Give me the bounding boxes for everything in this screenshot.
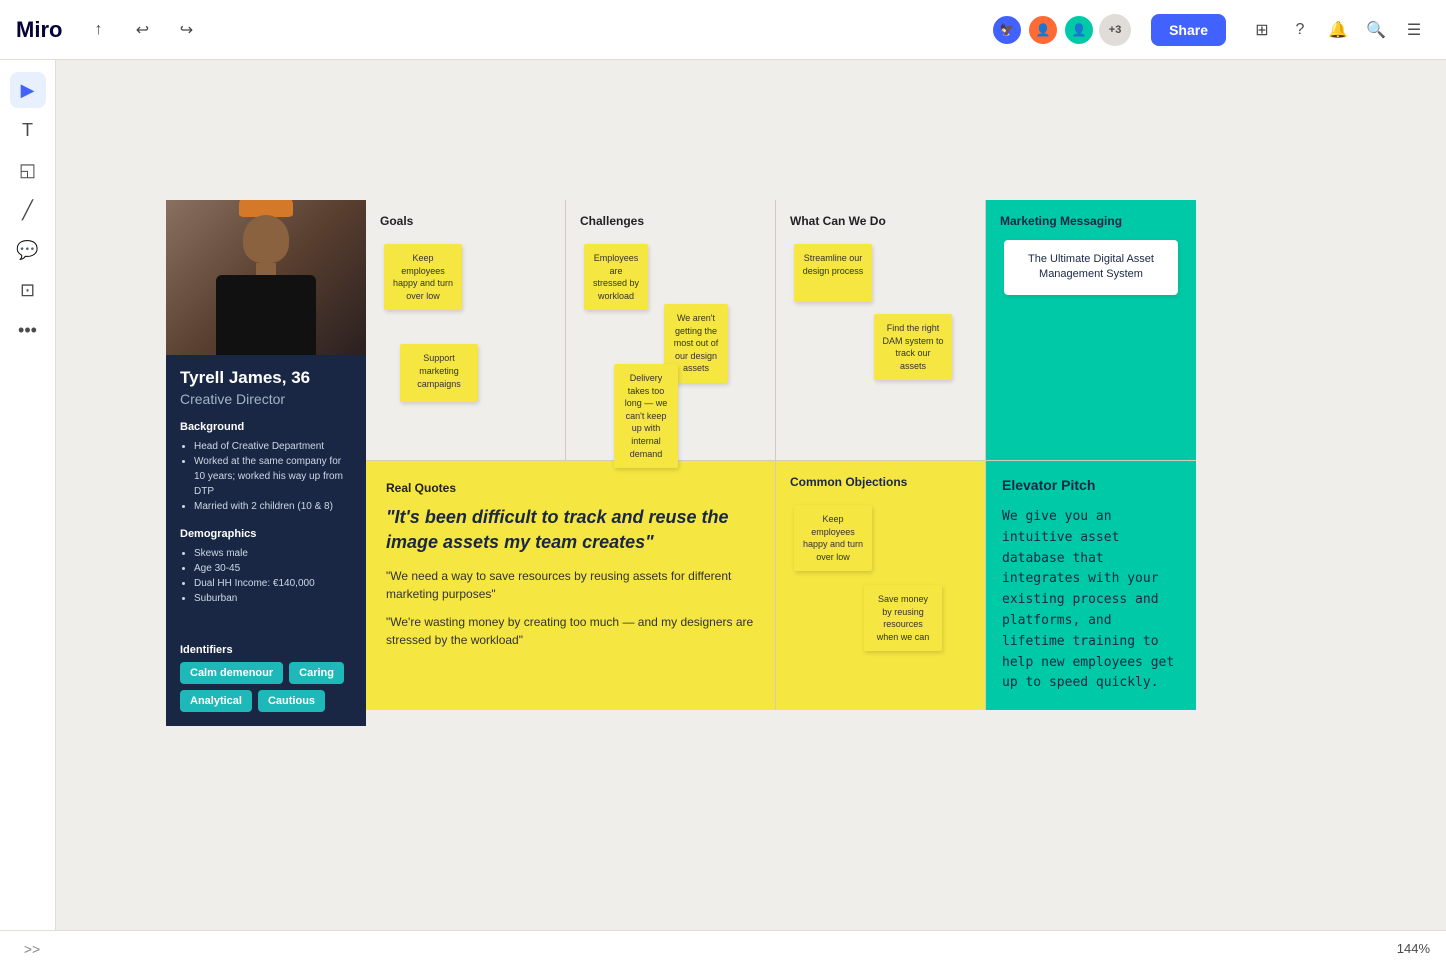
topbar: Miro ↑ ↩ ↪ 🦅 👤 👤 +3 Share ⊞ ? 🔔 🔍 ☰ (0, 0, 1446, 60)
main-quote: "It's been difficult to track and reuse … (386, 505, 755, 555)
sticky-goals-2[interactable]: Support marketing campaigns (400, 344, 478, 402)
goals-heading: Goals (380, 214, 551, 228)
topbar-right-icons: ⊞ ? 🔔 🔍 ☰ (1246, 14, 1430, 46)
marketing-card: The Ultimate Digital Asset Management Sy… (1004, 240, 1178, 295)
avatar-group: 🦅 👤 👤 +3 (991, 14, 1131, 46)
whatcando-stickies: Streamline our design process Find the r… (790, 240, 971, 440)
quotes-column: Real Quotes "It's been difficult to trac… (366, 461, 776, 710)
marketing-card-text: The Ultimate Digital Asset Management Sy… (1028, 253, 1154, 280)
frame-tool[interactable]: ⊡ (10, 272, 46, 308)
demographics-heading: Demographics (180, 528, 352, 540)
identifier-tags: Calm demenour Caring Analytical Cautious (180, 662, 352, 712)
background-item-2: Worked at the same company for 10 years;… (194, 454, 352, 499)
left-toolbar: ▶ T ◱ ╱ 💬 ⊡ ••• >> (0, 60, 56, 966)
identifiers-heading: Identifiers (180, 644, 352, 656)
identifiers-section: Identifiers Calm demenour Caring Analyti… (166, 632, 366, 726)
help-button[interactable]: ? (1284, 14, 1316, 46)
select-tool[interactable]: ▶ (10, 72, 46, 108)
menu-button[interactable]: ☰ (1398, 14, 1430, 46)
goals-column: Goals Keep employees happy and turn over… (366, 200, 566, 460)
background-list: Head of Creative Department Worked at th… (180, 439, 352, 514)
goals-stickies: Keep employees happy and turn over low S… (380, 240, 551, 406)
undo-button[interactable]: ↩ (126, 14, 158, 46)
bottom-section: Real Quotes "It's been difficult to trac… (366, 461, 1196, 710)
demo-item-3: Dual HH Income: €140,000 (194, 576, 352, 591)
miro-logo: Miro (16, 17, 62, 43)
elevator-heading: Elevator Pitch (1002, 477, 1180, 493)
filter-icon-btn[interactable]: ⊞ (1246, 14, 1278, 46)
head (243, 215, 289, 263)
canvas: Tyrell James, 36 Creative Director Backg… (56, 60, 1446, 930)
body (216, 275, 316, 355)
objections-column: Common Objections Keep employees happy a… (776, 461, 986, 710)
demo-item-1: Skews male (194, 546, 352, 561)
top-section: Goals Keep employees happy and turn over… (366, 200, 1196, 461)
expand-sidebar-button[interactable]: >> (16, 933, 48, 965)
background-item-3: Married with 2 children (10 & 8) (194, 499, 352, 514)
comment-tool[interactable]: 💬 (10, 232, 46, 268)
zoom-level: 144% (1397, 941, 1430, 956)
sticky-challenge-1[interactable]: Employees are stressed by workload (584, 244, 648, 310)
whatcando-heading: What Can We Do (790, 214, 971, 228)
demo-item-2: Age 30-45 (194, 561, 352, 576)
bell-button[interactable]: 🔔 (1322, 14, 1354, 46)
challenges-heading: Challenges (580, 214, 761, 228)
note-tool[interactable]: ◱ (10, 152, 46, 188)
sticky-whatcando-1[interactable]: Streamline our design process (794, 244, 872, 302)
demo-item-4: Suburban (194, 591, 352, 606)
tag-cautious[interactable]: Cautious (258, 690, 325, 712)
quotes-heading: Real Quotes (386, 481, 755, 495)
demographics-list: Skews male Age 30-45 Dual HH Income: €14… (180, 546, 352, 606)
sticky-goals-1[interactable]: Keep employees happy and turn over low (384, 244, 462, 310)
share-button[interactable]: Share (1151, 14, 1226, 46)
avatar-3: 👤 (1063, 14, 1095, 46)
avatar-2: 👤 (1027, 14, 1059, 46)
elevator-column: Elevator Pitch We give you an intuitive … (986, 461, 1196, 710)
whatcando-column: What Can We Do Streamline our design pro… (776, 200, 986, 460)
profile-title: Creative Director (180, 391, 352, 407)
persona-board: Tyrell James, 36 Creative Director Backg… (166, 200, 1196, 726)
neck (256, 263, 276, 275)
profile-name: Tyrell James, 36 (180, 367, 352, 389)
upload-button[interactable]: ↑ (82, 14, 114, 46)
quote-1: "We need a way to save resources by reus… (386, 567, 755, 603)
sticky-challenge-3[interactable]: Delivery takes too long — we can't keep … (614, 364, 678, 468)
redo-button[interactable]: ↪ (170, 14, 202, 46)
tag-analytical[interactable]: Analytical (180, 690, 252, 712)
bottombar: >> 144% (0, 930, 1446, 966)
marketing-column: Marketing Messaging The Ultimate Digital… (986, 200, 1196, 460)
background-item-1: Head of Creative Department (194, 439, 352, 454)
tag-calm[interactable]: Calm demenour (180, 662, 283, 684)
objections-heading: Common Objections (790, 475, 971, 489)
avatar-1: 🦅 (991, 14, 1023, 46)
search-button[interactable]: 🔍 (1360, 14, 1392, 46)
objections-stickies: Keep employees happy and turn over low S… (790, 501, 971, 681)
challenges-column: Challenges Employees are stressed by wor… (566, 200, 776, 460)
main-grid: Goals Keep employees happy and turn over… (366, 200, 1196, 726)
more-tools[interactable]: ••• (10, 312, 46, 348)
challenges-stickies: Employees are stressed by workload We ar… (580, 240, 761, 440)
marketing-heading: Marketing Messaging (1000, 214, 1182, 228)
tag-caring[interactable]: Caring (289, 662, 344, 684)
sticky-whatcando-2[interactable]: Find the right DAM system to track our a… (874, 314, 952, 380)
sticky-objection-1[interactable]: Keep employees happy and turn over low (794, 505, 872, 571)
line-tool[interactable]: ╱ (10, 192, 46, 228)
profile-info: Tyrell James, 36 Creative Director Backg… (166, 355, 366, 632)
elevator-pitch-text: We give you an intuitive asset database … (1002, 507, 1180, 694)
sticky-objection-2[interactable]: Save money by reusing resources when we … (864, 585, 942, 651)
profile-card: Tyrell James, 36 Creative Director Backg… (166, 200, 366, 726)
text-tool[interactable]: T (10, 112, 46, 148)
photo-person-figure (216, 200, 316, 355)
profile-photo (166, 200, 366, 355)
quote-2: "We're wasting money by creating too muc… (386, 613, 755, 649)
avatar-count: +3 (1099, 14, 1131, 46)
background-heading: Background (180, 421, 352, 433)
